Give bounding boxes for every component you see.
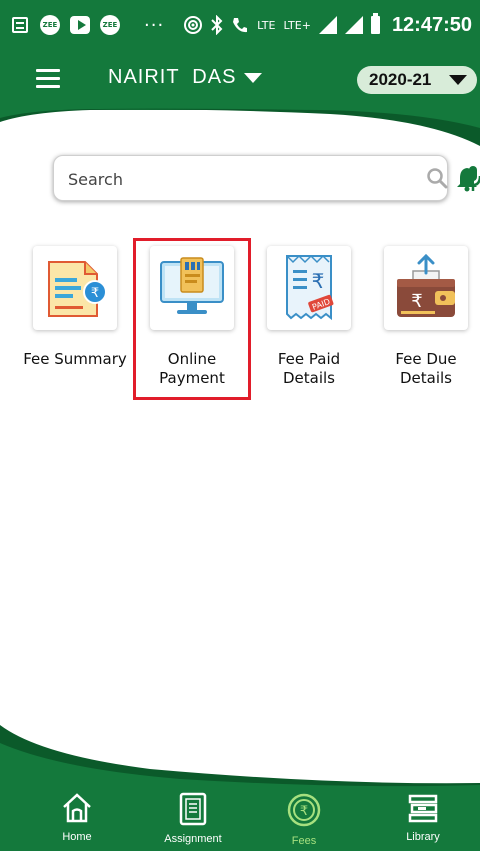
status-bar: ZEE ZEE ··· LTE LTE+ 12:47:50 (0, 0, 480, 50)
notification-icon (10, 15, 30, 35)
menu-icon[interactable] (36, 69, 60, 89)
dropdown-arrow-icon (449, 75, 467, 85)
nav-library[interactable]: Library (378, 792, 468, 843)
search-icon[interactable] (426, 167, 448, 189)
search-input[interactable] (66, 164, 360, 194)
battery-icon (370, 13, 380, 34)
fee-paid-icon: ₹ PAID (267, 246, 351, 330)
tile-label-line: Fee Summary (23, 350, 127, 368)
fees-icon: ₹ (287, 793, 321, 827)
tile-label: Fee Paid Details (253, 350, 365, 388)
signal-icon (318, 16, 337, 34)
nav-label: Fees (291, 835, 317, 847)
tile-label-line: Fee Paid (277, 350, 341, 368)
tile-label-line: Fee Due (395, 350, 457, 368)
nav-label: Home (62, 831, 92, 843)
svg-text:₹: ₹ (411, 291, 422, 312)
nav-home[interactable]: Home (32, 792, 122, 843)
selection-highlight (133, 238, 251, 400)
tile-fee-due-details[interactable]: ₹ Fee Due Details (370, 246, 480, 388)
user-selector[interactable]: NAIRIT DAS (108, 66, 263, 89)
bell-icon[interactable] (456, 166, 478, 192)
search-bar (53, 155, 480, 201)
chevron-down-icon (244, 72, 263, 83)
library-icon (408, 794, 438, 823)
more-notifications-icon: ··· (144, 14, 165, 36)
tile-fee-paid-details[interactable]: ₹ PAID Fee Paid Details (253, 246, 365, 388)
network-type-1: LTE (257, 18, 276, 32)
call-icon (233, 18, 248, 33)
nav-fees[interactable]: ₹ Fees (259, 792, 349, 847)
network-type-2: LTE+ (283, 18, 311, 32)
fee-due-icon: ₹ (384, 246, 468, 330)
zee5-app-icon: ZEE (100, 15, 120, 35)
academic-year-value: 2020-21 (369, 70, 432, 89)
home-icon (63, 793, 91, 823)
nav-assignment[interactable]: Assignment (148, 792, 238, 845)
svg-text:₹: ₹ (91, 286, 99, 301)
assignment-icon (179, 792, 207, 826)
signal-icon-2 (344, 16, 363, 34)
youtube-icon (70, 15, 90, 35)
nav-label: Assignment (164, 833, 222, 845)
bluetooth-icon (211, 15, 223, 35)
user-name: NAIRIT DAS (108, 66, 237, 88)
svg-text:₹: ₹ (300, 804, 308, 819)
tile-label-line: Details (399, 369, 452, 387)
hotspot-icon (184, 16, 203, 34)
clock: 12:47:50 (391, 13, 472, 36)
nav-label: Library (406, 831, 440, 843)
zee-app-icon: ZEE (40, 15, 60, 35)
academic-year-select[interactable]: 2020-21 (357, 66, 477, 94)
fee-summary-icon: ₹ (33, 246, 117, 330)
tile-fee-summary[interactable]: ₹ Fee Summary (19, 246, 131, 369)
tile-label: Fee Due Details (370, 350, 480, 388)
svg-text:₹: ₹ (312, 269, 325, 293)
tile-label: Fee Summary (19, 350, 131, 369)
tile-label-line: Details (282, 369, 335, 387)
app-header: NAIRIT DAS 2020-21 (0, 50, 480, 110)
header-wave (0, 108, 480, 146)
